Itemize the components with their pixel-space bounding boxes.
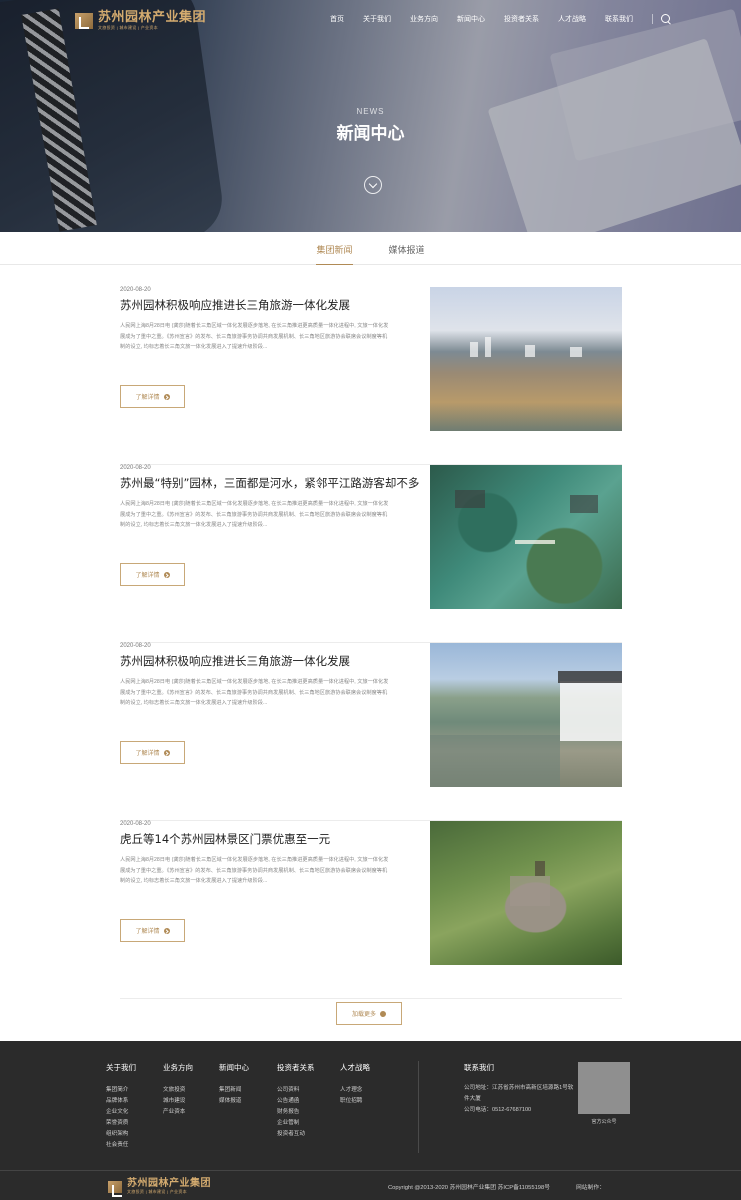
contact-address: 公司地址：江苏省苏州市高新区培源路1号软件大厦 — [464, 1085, 574, 1102]
footer-heading[interactable]: 业务方向 — [163, 1062, 193, 1073]
footer-link[interactable]: 文旅投资 — [163, 1085, 193, 1096]
news-date: 2020-08-20 — [120, 287, 151, 293]
arrow-right-icon — [163, 393, 170, 400]
footer-column-talent: 人才战略 人才理念 职位招聘 — [340, 1062, 370, 1107]
footer-heading[interactable]: 投资者关系 — [277, 1062, 315, 1073]
news-date: 2020-08-20 — [120, 821, 151, 827]
read-more-button[interactable]: 了解详情 — [120, 741, 185, 764]
news-item[interactable]: 2020-08-20 苏州园林积极响应推进长三角旅游一体化发展 人民网上海8月2… — [120, 287, 622, 465]
footer-divider — [418, 1061, 419, 1153]
footer-heading[interactable]: 新闻中心 — [219, 1062, 249, 1073]
nav-item-talent[interactable]: 人才战略 — [558, 14, 586, 24]
scroll-down-icon[interactable] — [364, 176, 382, 194]
footer-logo[interactable]: 苏州园林产业集团 文旅投资 | 城市建设 | 产业资本 — [108, 1178, 211, 1197]
footer-column-about: 关于我们 集团简介 品牌体系 企业文化 荣誉资质 组织架构 社会责任 — [106, 1062, 136, 1151]
footer-link[interactable]: 社会责任 — [106, 1140, 136, 1151]
footer-link[interactable]: 城市建设 — [163, 1096, 193, 1107]
footer-link[interactable]: 产业资本 — [163, 1107, 193, 1118]
brand-tagline: 文旅投资 | 城市建设 | 产业资本 — [98, 25, 158, 30]
load-more-button[interactable]: 加载更多 — [336, 1002, 402, 1025]
news-thumbnail[interactable] — [430, 821, 622, 965]
news-date: 2020-08-20 — [120, 643, 151, 649]
contact-heading: 联系我们 — [464, 1063, 494, 1072]
brand-logo[interactable]: 苏州园林产业集团 文旅投资 | 城市建设 | 产业资本 — [75, 11, 206, 31]
hero-banner: 苏州园林产业集团 文旅投资 | 城市建设 | 产业资本 首页 关于我们 业务方向… — [0, 0, 741, 232]
news-date: 2020-08-20 — [120, 465, 151, 471]
wechat-qr-code — [578, 1062, 630, 1114]
footer-link[interactable]: 组织架构 — [106, 1129, 136, 1140]
search-icon[interactable] — [661, 14, 671, 24]
news-summary: 人民网上海8月28日电 (龚莎)随着长三角区域一体化发展逐步落地, 在长三角推进… — [120, 323, 389, 350]
nav-item-home[interactable]: 首页 — [330, 14, 344, 24]
nav-item-investors[interactable]: 投资者关系 — [504, 14, 539, 24]
page-title: 新闻中心 — [336, 124, 405, 144]
logo-icon — [108, 1180, 122, 1197]
news-thumbnail[interactable] — [430, 465, 622, 609]
footer-link[interactable]: 媒体报道 — [219, 1096, 249, 1107]
news-item[interactable]: 2020-08-20 虎丘等14个苏州园林景区门票优惠至一元 人民网上海8月28… — [120, 821, 622, 999]
arrow-right-icon — [163, 571, 170, 578]
footer-bottom-bar: 苏州园林产业集团 文旅投资 | 城市建设 | 产业资本 Copyright @2… — [0, 1170, 741, 1200]
news-title[interactable]: 苏州园林积极响应推进长三角旅游一体化发展 — [120, 297, 410, 313]
footer-link[interactable]: 人才理念 — [340, 1085, 370, 1096]
contact-phone: 公司电话：0512-67687100 — [464, 1107, 532, 1113]
footer-brand-tagline: 文旅投资 | 城市建设 | 产业资本 — [127, 1189, 187, 1194]
hero-subtitle: NEWS — [356, 107, 385, 116]
copyright-text: Copyright @2013-2020 苏州园林产业集团 苏ICP备11055… — [388, 1185, 551, 1191]
tab-media-reports[interactable]: 媒体报道 — [389, 232, 425, 264]
hero-title-block: NEWS 新闻中心 — [0, 107, 741, 144]
qr-label: 官方公众号 — [591, 1119, 617, 1125]
news-thumbnail[interactable] — [430, 287, 622, 431]
footer-contact: 联系我们 公司地址：江苏省苏州市高新区培源路1号软件大厦 公司电话：0512-6… — [464, 1062, 574, 1116]
footer-link[interactable]: 投资者互动 — [277, 1129, 315, 1140]
read-more-button[interactable]: 了解详情 — [120, 563, 185, 586]
load-more-icon — [380, 1010, 386, 1017]
footer-column-news: 新闻中心 集团新闻 媒体报道 — [219, 1062, 249, 1107]
news-summary: 人民网上海8月28日电 (龚莎)随着长三角区域一体化发展逐步落地, 在长三角推进… — [120, 679, 389, 706]
read-more-button[interactable]: 了解详情 — [120, 385, 185, 408]
news-title[interactable]: 苏州最“特别”园林，三面都是河水，紧邻平江路游客却不多 — [120, 475, 419, 491]
news-item[interactable]: 2020-08-20 苏州最“特别”园林，三面都是河水，紧邻平江路游客却不多 人… — [120, 465, 622, 643]
footer-link[interactable]: 公告通函 — [277, 1096, 315, 1107]
footer-link[interactable]: 企业文化 — [106, 1107, 136, 1118]
nav-item-news[interactable]: 新闻中心 — [457, 14, 485, 24]
brand-name: 苏州园林产业集团 — [98, 10, 207, 25]
nav-divider — [652, 14, 653, 24]
news-item[interactable]: 2020-08-20 苏州园林积极响应推进长三角旅游一体化发展 人民网上海8月2… — [120, 643, 622, 821]
tab-group-news[interactable]: 集团新闻 — [316, 232, 353, 265]
read-more-button[interactable]: 了解详情 — [120, 919, 185, 942]
nav-item-about[interactable]: 关于我们 — [363, 14, 391, 24]
site-maker[interactable]: 网站制作： — [576, 1182, 605, 1191]
footer-heading[interactable]: 关于我们 — [106, 1062, 136, 1073]
arrow-right-icon — [163, 927, 170, 934]
nav-item-business[interactable]: 业务方向 — [410, 14, 438, 24]
footer-link[interactable]: 集团简介 — [106, 1085, 136, 1096]
footer-link[interactable]: 品牌体系 — [106, 1096, 136, 1107]
news-thumbnail[interactable] — [430, 643, 622, 787]
footer-column-investors: 投资者关系 公司资料 公告通函 财务报告 企业管制 投资者互动 — [277, 1062, 315, 1140]
footer-link[interactable]: 公司资料 — [277, 1085, 315, 1096]
logo-icon — [75, 13, 93, 29]
main-nav: 首页 关于我们 业务方向 新闻中心 投资者关系 人才战略 联系我们 — [330, 14, 671, 24]
footer-brand-name: 苏州园林产业集团 — [127, 1178, 211, 1189]
news-summary: 人民网上海8月28日电 (龚莎)随着长三角区域一体化发展逐步落地, 在长三角推进… — [120, 501, 389, 528]
news-summary: 人民网上海8月28日电 (龚莎)随着长三角区域一体化发展逐步落地, 在长三角推进… — [120, 857, 389, 884]
footer-heading[interactable]: 人才战略 — [340, 1062, 370, 1073]
footer-link[interactable]: 荣誉资质 — [106, 1118, 136, 1129]
site-footer: 关于我们 集团简介 品牌体系 企业文化 荣誉资质 组织架构 社会责任 业务方向 … — [0, 1041, 741, 1200]
footer-link[interactable]: 企业管制 — [277, 1118, 315, 1129]
news-title[interactable]: 虎丘等14个苏州园林景区门票优惠至一元 — [120, 831, 410, 847]
nav-item-contact[interactable]: 联系我们 — [605, 14, 633, 24]
news-tabs: 集团新闻 媒体报道 — [0, 232, 741, 265]
arrow-right-icon — [163, 749, 170, 756]
footer-link[interactable]: 集团新闻 — [219, 1085, 249, 1096]
footer-column-business: 业务方向 文旅投资 城市建设 产业资本 — [163, 1062, 193, 1118]
footer-link[interactable]: 职位招聘 — [340, 1096, 370, 1107]
footer-link[interactable]: 财务报告 — [277, 1107, 315, 1118]
news-title[interactable]: 苏州园林积极响应推进长三角旅游一体化发展 — [120, 653, 410, 669]
